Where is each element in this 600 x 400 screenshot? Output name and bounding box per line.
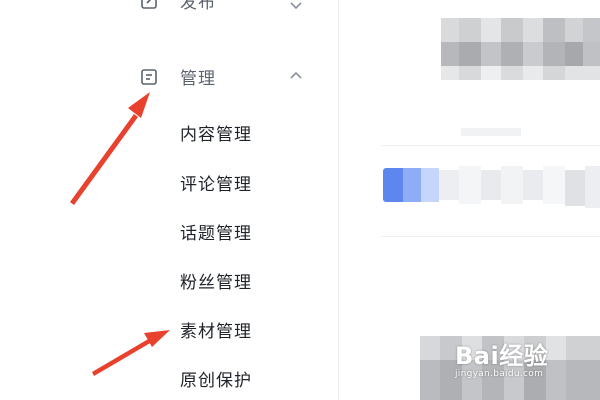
sidebar-subitem-comments[interactable]: 评论管理 xyxy=(180,170,252,195)
chevron-down-icon[interactable] xyxy=(288,0,304,13)
sidebar-subitem-fans[interactable]: 粉丝管理 xyxy=(180,268,252,293)
sidebar-subitem-materials[interactable]: 素材管理 xyxy=(180,317,252,342)
watermark: Bai经验 jingyan.baidu.com xyxy=(455,336,548,379)
watermark-brand: Bai经验 xyxy=(455,342,549,370)
sidebar-subitem-original-protection[interactable]: 原创保护 xyxy=(180,366,252,391)
sidebar-subitem-content[interactable]: 内容管理 xyxy=(180,120,252,145)
sidebar-subitem-topics[interactable]: 话题管理 xyxy=(180,219,252,244)
sidebar: 发布 管理 内容管理 评论管理 话题管理 粉丝管理 素材管理 原创保护 xyxy=(0,0,338,400)
edit-icon xyxy=(141,0,157,9)
watermark-url: jingyan.baidu.com xyxy=(455,369,544,379)
sidebar-item-publish-label: 发布 xyxy=(180,0,216,13)
content-divider xyxy=(381,236,600,237)
sidebar-item-manage[interactable]: 管理 xyxy=(140,64,216,89)
chevron-up-icon[interactable] xyxy=(288,68,304,84)
sidebar-item-manage-label: 管理 xyxy=(180,69,216,89)
content-card xyxy=(381,0,600,146)
sidebar-item-publish[interactable]: 发布 xyxy=(140,0,216,13)
document-icon xyxy=(141,68,157,85)
